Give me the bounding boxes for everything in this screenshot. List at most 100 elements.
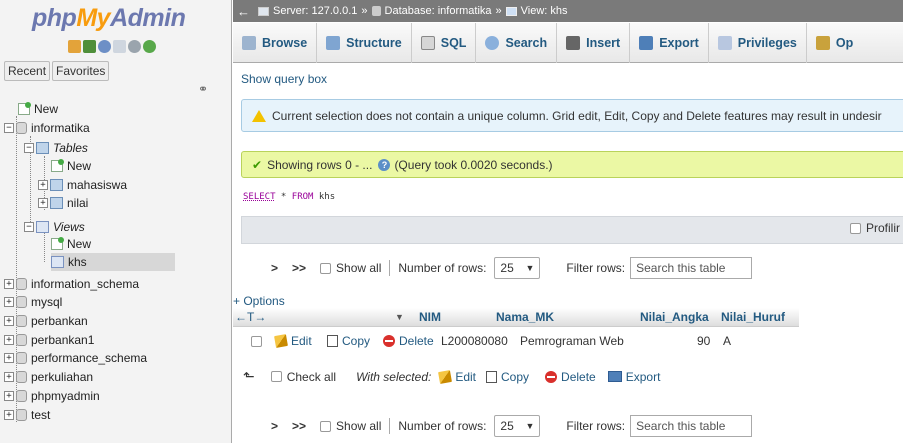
- cell-nilai-huruf[interactable]: A: [723, 334, 731, 348]
- filter-rows-input[interactable]: Search this table: [630, 415, 753, 437]
- phpmyadmin-logo[interactable]: phpMyAdmin: [32, 4, 186, 33]
- expand-icon[interactable]: +: [4, 372, 14, 382]
- bulk-export-button[interactable]: Export: [607, 370, 660, 384]
- next-page-button[interactable]: >: [271, 261, 278, 275]
- tab-structure[interactable]: Structure: [317, 22, 412, 63]
- tab-recent[interactable]: Recent: [4, 61, 51, 81]
- navigation-panel: phpMyAdmin Recent Favorites ⚭ New − info…: [0, 0, 232, 443]
- tree-item-new-view[interactable]: New: [51, 235, 91, 253]
- column-header-nilai-angka[interactable]: Nilai_Angka: [640, 310, 709, 324]
- cell-nilai-angka[interactable]: 90: [697, 334, 710, 348]
- tree-item-mysql[interactable]: + mysql: [4, 293, 62, 311]
- show-query-box-link[interactable]: Show query box: [241, 72, 327, 86]
- cell-nama-mk[interactable]: Pemrograman Web: [520, 334, 624, 348]
- tab-export[interactable]: Export: [630, 22, 709, 63]
- next-page-button[interactable]: >: [271, 419, 278, 433]
- checkbox[interactable]: [850, 222, 861, 234]
- tree-item-new-table[interactable]: New: [51, 157, 91, 175]
- expand-icon[interactable]: +: [4, 335, 14, 345]
- tree-item-perbankan1[interactable]: + perbankan1: [4, 331, 94, 349]
- logo-admin: Admin: [110, 4, 186, 32]
- settings-icon[interactable]: [128, 40, 141, 53]
- show-all-checkbox[interactable]: [320, 420, 332, 432]
- tree-item-nilai[interactable]: + nilai: [38, 194, 88, 212]
- tab-privileges[interactable]: Privileges: [709, 22, 807, 63]
- expand-icon[interactable]: +: [4, 353, 14, 363]
- pager-bottom: > >> Show all Number of rows: 25 ▼ Filter…: [271, 415, 753, 437]
- tree-item-perbankan[interactable]: + perbankan: [4, 312, 88, 330]
- bulk-edit-button[interactable]: Edit: [438, 370, 476, 384]
- check-all-checkbox[interactable]: [270, 371, 282, 382]
- back-arrow-icon[interactable]: ←: [237, 4, 250, 19]
- tree-item-new[interactable]: New: [18, 100, 58, 118]
- filter-rows-input[interactable]: Search this table: [630, 257, 753, 279]
- chevron-down-icon: ▼: [525, 421, 535, 431]
- tree-item-perkuliahan[interactable]: + perkuliahan: [4, 368, 93, 386]
- sql-keyword: FROM: [291, 192, 314, 202]
- expand-icon[interactable]: +: [4, 279, 14, 289]
- collapse-icon[interactable]: −: [4, 123, 14, 133]
- tab-browse[interactable]: Browse: [233, 22, 318, 63]
- link-icon[interactable]: ⚭: [198, 82, 208, 96]
- last-page-button[interactable]: >>: [292, 419, 306, 433]
- browse-icon: [242, 35, 256, 50]
- profiling-label: Profilir: [866, 221, 901, 235]
- tree-item-views[interactable]: − Views: [24, 218, 85, 236]
- rows-select[interactable]: 25 ▼: [494, 415, 541, 437]
- sql-query[interactable]: SELECT * FROM khs: [243, 192, 335, 202]
- collapse-icon[interactable]: −: [24, 222, 34, 232]
- home-icon[interactable]: [68, 40, 81, 53]
- reload-icon[interactable]: [143, 40, 156, 53]
- expand-icon[interactable]: +: [4, 297, 14, 307]
- help-icon[interactable]: ?: [378, 158, 391, 171]
- tab-sql[interactable]: SQL: [412, 22, 477, 63]
- tree-item-test[interactable]: + test: [4, 406, 50, 424]
- show-all-checkbox[interactable]: [320, 262, 332, 274]
- options-link[interactable]: + Options: [233, 294, 285, 308]
- tree-item-mahasiswa[interactable]: + mahasiswa: [38, 176, 127, 194]
- bulk-copy-button[interactable]: Copy: [486, 370, 529, 384]
- last-page-button[interactable]: >>: [292, 261, 306, 275]
- tree-item-information-schema[interactable]: + information_schema: [4, 275, 139, 293]
- help-icon[interactable]: [98, 40, 111, 53]
- column-header-nim[interactable]: NIM: [419, 310, 441, 324]
- tree-item-label: New: [34, 102, 59, 116]
- tab-operations[interactable]: Op: [807, 23, 862, 63]
- notice-text: Current selection does not contain a uni…: [272, 108, 882, 123]
- sort-icon[interactable]: ▼: [395, 312, 404, 322]
- sql-keyword[interactable]: SELECT: [243, 192, 276, 202]
- tree-item-label: perkuliahan: [31, 370, 94, 384]
- edit-row-button[interactable]: Edit: [274, 334, 312, 348]
- breadcrumb-view[interactable]: View: khs: [521, 5, 568, 17]
- expand-icon[interactable]: +: [4, 410, 14, 420]
- tree-item-informatika[interactable]: − informatika: [4, 119, 90, 137]
- delete-row-button[interactable]: Delete: [383, 334, 434, 348]
- tree-item-phpmyadmin[interactable]: + phpmyadmin: [4, 387, 100, 405]
- column-header-nama-mk[interactable]: Nama_MK: [496, 310, 554, 324]
- expand-icon[interactable]: +: [4, 316, 14, 326]
- profiling-checkbox[interactable]: Profilir: [850, 221, 900, 235]
- bulk-delete-button[interactable]: Delete: [545, 370, 596, 384]
- rows-select[interactable]: 25 ▼: [494, 257, 541, 279]
- tab-favorites[interactable]: Favorites: [52, 61, 110, 81]
- tree-item-tables[interactable]: − Tables: [24, 139, 88, 157]
- expand-icon[interactable]: +: [4, 391, 14, 401]
- expand-icon[interactable]: +: [38, 180, 48, 190]
- expand-icon[interactable]: +: [38, 198, 48, 208]
- docs-icon[interactable]: [113, 40, 126, 53]
- breadcrumb-server[interactable]: Server: 127.0.0.1: [273, 5, 357, 17]
- column-resize-icon[interactable]: ←T→: [235, 310, 266, 324]
- tree-item-performance-schema[interactable]: + performance_schema: [4, 349, 147, 367]
- cell-nim[interactable]: L200080080: [441, 334, 508, 348]
- row-checkbox[interactable]: [251, 336, 267, 350]
- tree-item-khs[interactable]: khs: [51, 253, 175, 271]
- column-header-nilai-huruf[interactable]: Nilai_Huruf: [721, 310, 785, 324]
- tab-search[interactable]: Search: [476, 22, 558, 63]
- check-all-label[interactable]: Check all: [287, 370, 336, 384]
- breadcrumb-database[interactable]: Database: informatika: [385, 5, 492, 17]
- tab-insert[interactable]: Insert: [557, 22, 631, 63]
- collapse-icon[interactable]: −: [24, 143, 34, 153]
- insert-icon: [566, 35, 581, 50]
- logout-icon[interactable]: [83, 40, 96, 53]
- copy-row-button[interactable]: Copy: [327, 334, 370, 348]
